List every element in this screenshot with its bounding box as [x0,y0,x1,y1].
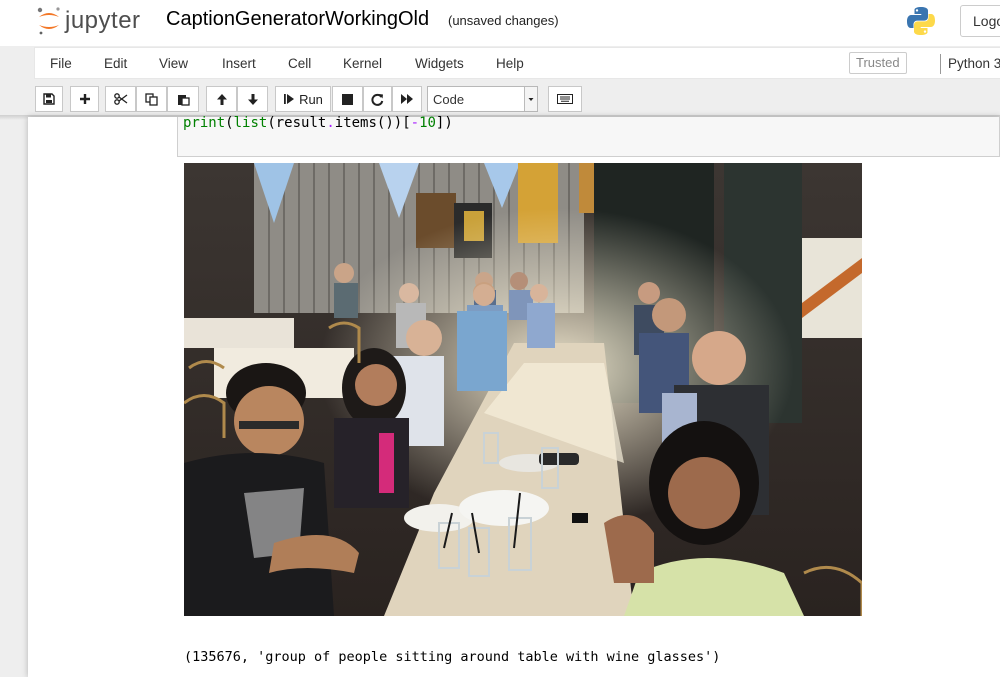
jupyter-logo-icon [37,7,60,35]
arrow-down-icon [247,93,258,105]
menubar: File Edit View Insert Cell Kernel Widget… [34,47,1000,79]
menu-widgets[interactable]: Widgets [415,56,464,71]
code-token: ( [225,115,234,131]
code-token: items())[ [334,115,411,131]
stop-icon [342,93,353,105]
keyboard-icon [557,94,573,104]
menu-edit[interactable]: Edit [104,56,127,71]
menu-insert[interactable]: Insert [222,56,256,71]
menu-view[interactable]: View [159,56,188,71]
paste-button[interactable] [167,86,199,112]
menu-help[interactable]: Help [496,56,524,71]
move-up-button[interactable] [206,86,237,112]
kernel-name[interactable]: Python 3 [948,56,1000,71]
command-palette-button[interactable] [548,86,582,112]
move-down-button[interactable] [237,86,268,112]
logout-button[interactable]: Logout [960,5,1000,37]
code-line: print(list(result.items())[-10]) [183,115,453,131]
chevron-down-icon [524,87,537,111]
save-button[interactable] [35,86,63,112]
toolbar: Run Code [0,83,1000,117]
menu-cell[interactable]: Cell [288,56,311,71]
restart-button[interactable] [363,86,392,112]
header: jupyter CaptionGeneratorWorkingOld (unsa… [0,0,1000,46]
code-token: - [410,115,420,131]
output-text: (135676, 'group of people sitting around… [184,649,721,665]
output-image [184,163,862,616]
plus-icon [79,94,90,104]
code-token: (result [267,115,327,131]
copy-icon [145,92,158,106]
code-token: list [233,115,268,131]
kernel-divider [940,54,941,74]
notebook-title[interactable]: CaptionGeneratorWorkingOld [166,8,429,31]
cut-icon [113,93,127,105]
run-button[interactable]: Run [275,86,331,112]
menu-kernel[interactable]: Kernel [343,56,382,71]
run-icon [284,94,295,104]
python-logo-icon [907,7,935,35]
code-token: print [183,115,226,131]
fast-forward-icon [401,94,413,104]
trusted-badge[interactable]: Trusted [849,52,907,74]
code-token: 10 [419,115,436,131]
paste-icon [177,94,190,106]
code-cell-input[interactable]: print(list(result.items())[-10]) [177,115,1000,157]
code-token: ]) [435,115,453,131]
cell-type-value: Code [433,92,465,107]
copy-button[interactable] [136,86,167,112]
restart-icon [371,93,384,106]
insert-cell-button[interactable] [70,86,99,112]
menu-file[interactable]: File [50,56,72,71]
jupyter-logo[interactable]: jupyter [36,4,141,38]
run-label: Run [299,91,323,107]
code-token: . [326,115,335,131]
cut-button[interactable] [105,86,136,112]
interrupt-button[interactable] [332,86,363,112]
logo-text: jupyter [65,7,141,34]
arrow-up-icon [216,93,227,105]
save-icon [43,93,55,105]
cell-type-select[interactable]: Code [427,86,538,112]
run-all-button[interactable] [392,86,422,112]
save-status: (unsaved changes) [448,13,559,28]
